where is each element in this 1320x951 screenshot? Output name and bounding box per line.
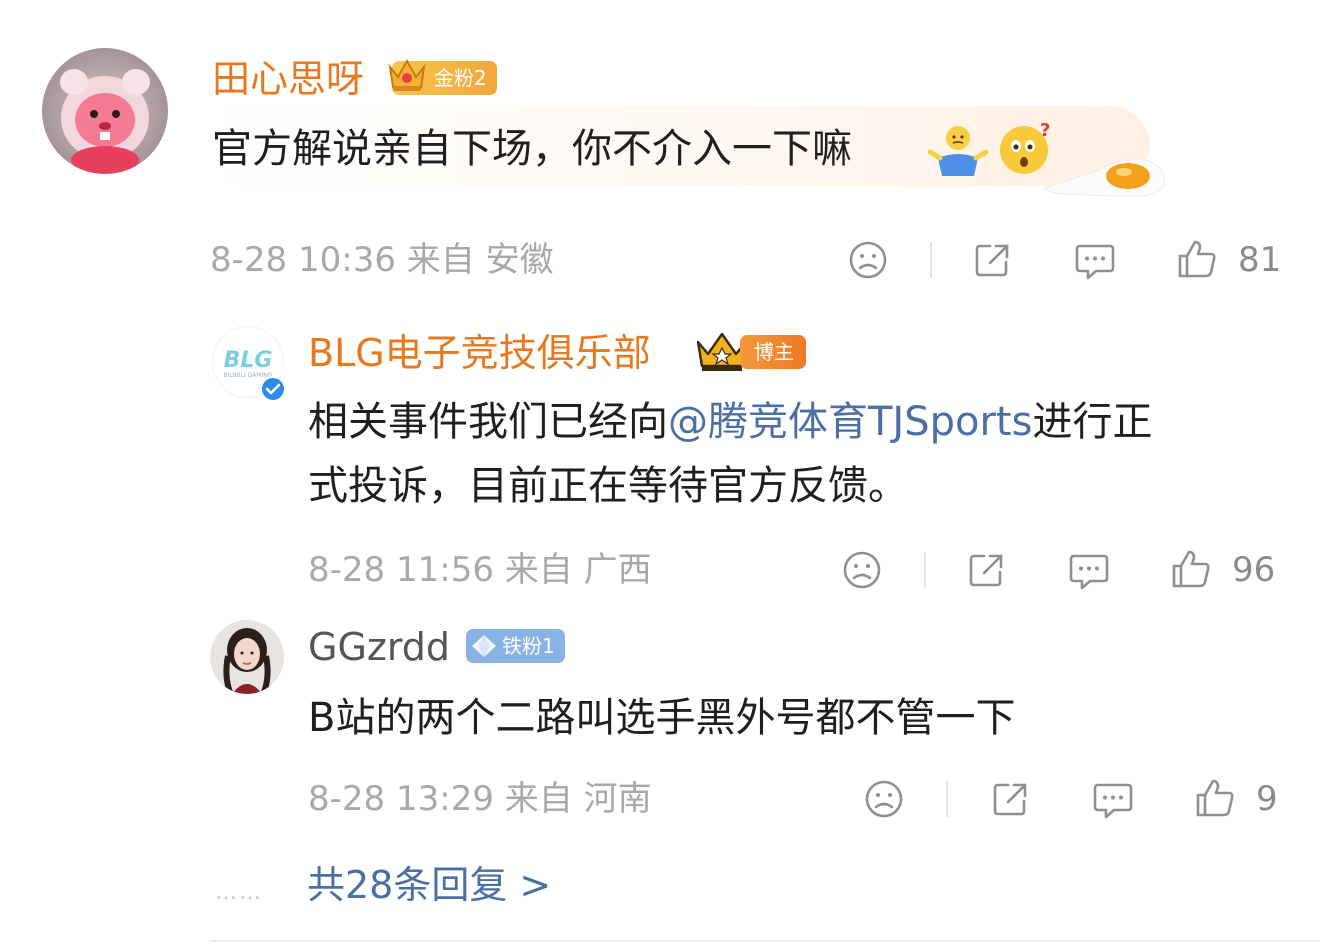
like-count: 9: [1256, 779, 1278, 819]
reply-location: 广西: [583, 550, 652, 590]
blogger-badge-label: 博主: [754, 340, 794, 364]
svg-text:?: ?: [1040, 120, 1050, 141]
share-icon[interactable]: [970, 238, 1014, 282]
fan-badge-label: 金粉2: [434, 66, 487, 90]
blogger-badge[interactable]: 博主: [740, 335, 806, 369]
avatar[interactable]: [42, 48, 168, 174]
comment-icon[interactable]: [1072, 238, 1118, 284]
fan-badge-gold[interactable]: 金粉2: [388, 58, 497, 95]
diamond-icon: [471, 634, 497, 668]
comment-meta: 8-28 10:36 来自 安徽: [210, 240, 554, 280]
avatar[interactable]: [210, 620, 284, 694]
thumbs-up-icon[interactable]: [1168, 546, 1214, 592]
fan-badge-label: 铁粉1: [502, 634, 555, 658]
action-divider: [930, 242, 932, 278]
svg-text:BLG: BLG: [224, 348, 273, 373]
comment-text: 官方解说亲自下场，你不介入一下嘛: [212, 126, 852, 172]
reply-meta: 8-28 13:29 来自 河南: [308, 779, 652, 819]
frown-face-icon[interactable]: [840, 548, 884, 592]
comment-location: 安徽: [485, 240, 554, 280]
reply-author-name[interactable]: GGzrdd: [308, 624, 450, 670]
reply-author-name[interactable]: BLG电子竞技俱乐部: [308, 330, 651, 376]
frown-face-icon[interactable]: [862, 777, 906, 821]
reply-from-label: 来自: [504, 550, 573, 590]
fan-badge-iron[interactable]: 铁粉1: [466, 629, 565, 663]
reply-date: 8-28 11:56: [308, 550, 494, 590]
thread-dots: ……: [215, 880, 263, 905]
reply-meta: 8-28 11:56 来自 广西: [308, 550, 652, 590]
comment-icon[interactable]: [1066, 548, 1112, 594]
like-count: 81: [1238, 240, 1282, 280]
frown-face-icon[interactable]: [846, 238, 890, 282]
shrug-emoji-icon: [927, 122, 989, 182]
divider-line: [210, 940, 1320, 942]
share-icon[interactable]: [964, 548, 1008, 592]
like-count: 96: [1232, 550, 1276, 590]
action-divider: [924, 552, 926, 588]
crown-icon: [384, 51, 430, 107]
reply-date: 8-28 13:29: [308, 779, 494, 819]
share-icon[interactable]: [988, 777, 1032, 821]
action-divider: [946, 781, 948, 817]
mention-link[interactable]: @腾竞体育TJSports: [668, 399, 1032, 445]
reply-text: B站的两个二路叫选手黑外号都不管一下: [308, 695, 1016, 741]
comment-thread: 田心思呀 金粉2 官方解说亲自下场，你不介入一下嘛 ? 8-28 10:36 来…: [0, 0, 1320, 951]
reply-location: 河南: [583, 779, 652, 819]
comment-date: 8-28 10:36: [210, 240, 396, 280]
comment-author-name[interactable]: 田心思呀: [212, 56, 364, 102]
view-all-replies-link[interactable]: 共28条回复 >: [307, 862, 551, 908]
verified-check-icon: [260, 376, 286, 406]
thumbs-up-icon[interactable]: [1174, 236, 1220, 282]
reply-text: 相关事件我们已经向@腾竞体育TJSports进行正 式投诉，目前正在等待官方反馈…: [308, 399, 1153, 509]
thumbs-up-icon[interactable]: [1192, 775, 1238, 821]
comment-from-label: 来自: [406, 240, 475, 280]
reply-from-label: 来自: [504, 779, 573, 819]
comment-icon[interactable]: [1090, 777, 1136, 823]
fried-egg-decoration: [1040, 150, 1170, 204]
